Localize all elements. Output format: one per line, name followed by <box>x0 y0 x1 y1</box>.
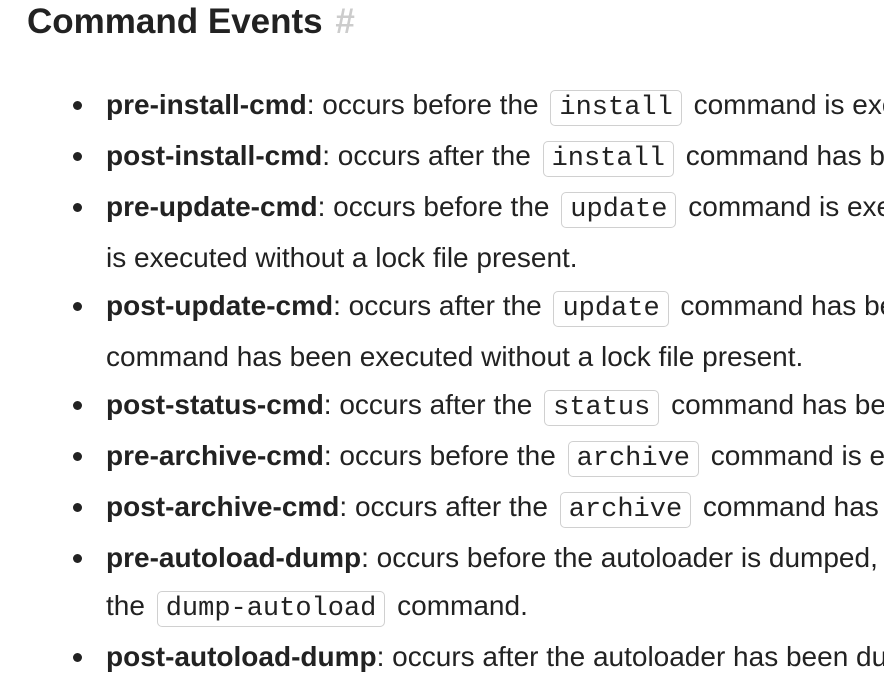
event-name: post-status-cmd <box>106 389 324 420</box>
event-description: : occurs before the autoloader is dumped… <box>361 542 884 573</box>
heading-anchor-link[interactable]: # <box>335 2 354 41</box>
list-item-pre-install-cmd: pre-install-cmd: occurs before the insta… <box>73 81 884 132</box>
event-description: : occurs before the <box>317 191 550 222</box>
event-description-tail: command is executed, or before the insta… <box>688 191 884 222</box>
event-name: post-update-cmd <box>106 290 334 321</box>
list-item-post-update-cmd: post-update-cmd: occurs after the update… <box>73 282 884 381</box>
command-events-list: pre-install-cmd: occurs before the insta… <box>73 81 884 681</box>
bullet-icon <box>73 101 82 110</box>
event-description-tail: command has been executed, or after the … <box>680 290 884 321</box>
code-update: update <box>561 192 677 228</box>
list-item-post-status-cmd: post-status-cmd: occurs after the status… <box>73 381 884 432</box>
continued-prefix: the <box>106 590 145 621</box>
list-item-post-autoload-dump: post-autoload-dump: occurs after the aut… <box>73 633 884 681</box>
event-description: : occurs after the autoloader has been d… <box>376 641 884 672</box>
bullet-icon <box>73 401 82 410</box>
bullet-icon <box>73 203 82 212</box>
event-description-tail: command has been executed. <box>671 389 884 420</box>
event-name: pre-archive-cmd <box>106 440 324 471</box>
event-description-tail: command has been executed with a lock fi… <box>685 140 884 171</box>
event-name: post-archive-cmd <box>106 491 340 522</box>
event-description-continued: the dump-autoload command. <box>106 582 884 633</box>
code-dump-autoload: dump-autoload <box>156 591 386 627</box>
bullet-icon <box>73 302 82 311</box>
event-name: post-autoload-dump <box>106 641 377 672</box>
list-item-pre-update-cmd: pre-update-cmd: occurs before the update… <box>73 183 884 282</box>
code-archive: archive <box>559 492 692 528</box>
list-item-pre-autoload-dump: pre-autoload-dump: occurs before the aut… <box>73 534 884 633</box>
list-item-pre-archive-cmd: pre-archive-cmd: occurs before the archi… <box>73 432 884 483</box>
bullet-icon <box>73 152 82 161</box>
bullet-icon <box>73 554 82 563</box>
event-description: : occurs after the <box>322 140 531 171</box>
event-description-tail: command is executed. <box>710 440 884 471</box>
code-install: install <box>550 90 682 126</box>
event-description-tail: command is executed with a lock file pre… <box>693 89 884 120</box>
event-description: : occurs after the <box>339 491 548 522</box>
event-description: : occurs after the <box>333 290 542 321</box>
bullet-icon <box>73 653 82 662</box>
event-description-tail: command has been executed. <box>702 491 884 522</box>
event-description-continued: command has been executed without a lock… <box>106 341 804 372</box>
bullet-icon <box>73 503 82 512</box>
event-description: : occurs before the <box>323 440 556 471</box>
code-update: update <box>553 291 669 327</box>
event-description: : occurs before the <box>306 89 539 120</box>
code-install: install <box>542 141 674 177</box>
continued-suffix: command. <box>389 590 528 621</box>
event-description-continued: is executed without a lock file present. <box>106 242 578 273</box>
event-name: pre-autoload-dump <box>106 542 362 573</box>
event-name: pre-install-cmd <box>106 89 307 120</box>
heading-title: Command Events <box>27 2 323 41</box>
section-heading: Command Events # <box>27 0 355 44</box>
bullet-icon <box>73 452 82 461</box>
code-status: status <box>544 390 660 426</box>
code-archive: archive <box>567 441 699 477</box>
event-name: post-install-cmd <box>106 140 323 171</box>
event-description: : occurs after the <box>323 389 533 420</box>
event-name: pre-update-cmd <box>106 191 318 222</box>
list-item-post-archive-cmd: post-archive-cmd: occurs after the archi… <box>73 483 884 534</box>
list-item-post-install-cmd: post-install-cmd: occurs after the insta… <box>73 132 884 183</box>
